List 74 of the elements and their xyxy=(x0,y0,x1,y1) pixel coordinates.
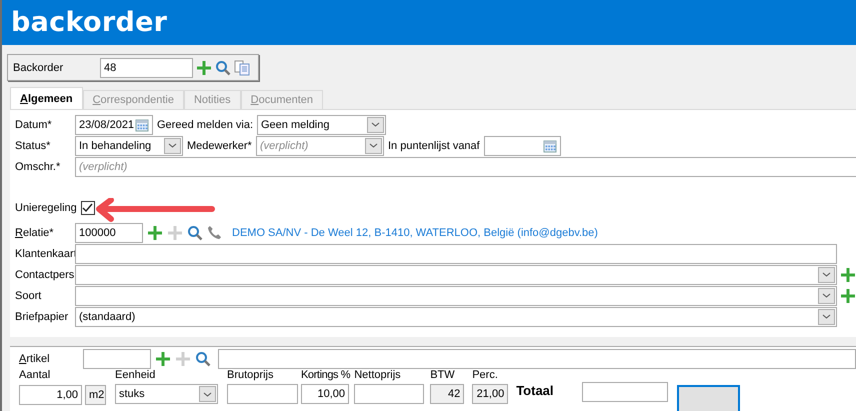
text-field[interactable] xyxy=(75,244,837,264)
dropdown-field[interactable] xyxy=(75,264,837,284)
date-field[interactable]: 23/08/2021 xyxy=(75,114,153,134)
field-label: Medewerker* xyxy=(187,140,252,152)
dropdown-button[interactable] xyxy=(818,266,835,282)
notify-dropdown[interactable]: Geen melding xyxy=(257,114,386,134)
dropdown-button[interactable] xyxy=(818,288,835,304)
total-field[interactable] xyxy=(582,382,668,402)
field-label: Artikel xyxy=(19,352,51,364)
dropdown-button[interactable] xyxy=(164,138,181,154)
gross-price-field[interactable] xyxy=(227,384,298,404)
column-label: Kortings % xyxy=(301,369,350,381)
plus-icon[interactable] xyxy=(196,60,212,76)
article-description-field[interactable] xyxy=(218,348,856,368)
search-icon[interactable] xyxy=(195,350,211,366)
window-title: backorder xyxy=(11,7,168,38)
chevron-down-icon xyxy=(203,392,212,396)
plus-icon[interactable] xyxy=(840,266,856,282)
unit-dropdown[interactable]: stuks xyxy=(115,384,218,404)
copy-icon[interactable] xyxy=(234,60,250,76)
vat-code-field[interactable]: 42 xyxy=(430,384,464,404)
field-label: Contactpers xyxy=(15,268,73,280)
field-label: In puntenlijst vanaf xyxy=(388,140,480,152)
calendar-icon[interactable] xyxy=(542,138,557,152)
chevron-down-icon xyxy=(822,272,831,277)
calendar-icon[interactable] xyxy=(135,118,149,132)
status-dropdown[interactable]: In behandeling xyxy=(75,136,183,156)
chevron-down-icon xyxy=(822,314,831,319)
field-label: Omschr.* xyxy=(15,160,62,172)
dropdown-button[interactable] xyxy=(818,308,835,324)
dropdown-button[interactable] xyxy=(199,386,216,402)
relation-field[interactable]: 100000 xyxy=(75,222,143,242)
checkbox[interactable] xyxy=(80,200,95,214)
column-label: BTW xyxy=(430,369,456,381)
plus-icon[interactable] xyxy=(155,350,171,366)
search-icon[interactable] xyxy=(215,60,231,76)
relation-info-link[interactable]: DEMO SA/NV - De Weel 12, B-1410, WATERLOO, België (info@dgebv.be) xyxy=(232,226,598,238)
chevron-down-icon xyxy=(369,143,378,148)
checkmark-icon xyxy=(82,202,94,212)
dropdown-field[interactable]: (standaard) xyxy=(75,306,837,326)
column-label: Eenheid xyxy=(115,369,156,381)
plus-icon[interactable] xyxy=(147,224,163,240)
plus-icon[interactable] xyxy=(840,288,856,304)
column-label: Nettoprijs xyxy=(354,369,402,381)
field-label: Briefpapier xyxy=(15,310,70,322)
vat-percent-field[interactable]: 21,00 xyxy=(472,384,508,404)
search-icon[interactable] xyxy=(187,224,203,240)
column-label: Perc. xyxy=(472,369,499,381)
checkbox-label: Unieregeling xyxy=(15,202,77,214)
field-label: Relatie* xyxy=(15,226,55,238)
field-label: Datum* xyxy=(15,118,53,130)
chevron-down-icon xyxy=(822,293,831,298)
field-label: Soort xyxy=(15,290,42,302)
discount-field[interactable]: 10,00 xyxy=(301,384,349,404)
date-field[interactable] xyxy=(484,136,561,156)
chevron-down-icon xyxy=(168,143,177,148)
field-label: Status* xyxy=(15,140,52,152)
dropdown-button[interactable] xyxy=(367,116,384,132)
column-label: Brutoprijs xyxy=(227,369,274,381)
field-label: Klantenkaart xyxy=(15,248,73,260)
field-label: Backorder xyxy=(13,62,64,74)
unit-field[interactable]: m2 xyxy=(85,384,106,404)
field-label: Gereed melden via: xyxy=(157,118,253,130)
chevron-down-icon xyxy=(371,122,380,127)
tab[interactable]: Algemeen xyxy=(10,87,83,109)
dropdown-field[interactable] xyxy=(75,286,837,306)
net-price-field[interactable] xyxy=(354,384,424,404)
backorder-number-field[interactable]: 48 xyxy=(100,58,193,78)
phone-icon[interactable] xyxy=(207,225,222,240)
total-label: Totaal xyxy=(516,383,555,398)
article-code-field[interactable] xyxy=(83,348,151,368)
column-label: Aantal xyxy=(19,369,52,381)
quantity-field[interactable]: 1,00 xyxy=(19,384,82,404)
dropdown-button[interactable] xyxy=(365,138,382,154)
